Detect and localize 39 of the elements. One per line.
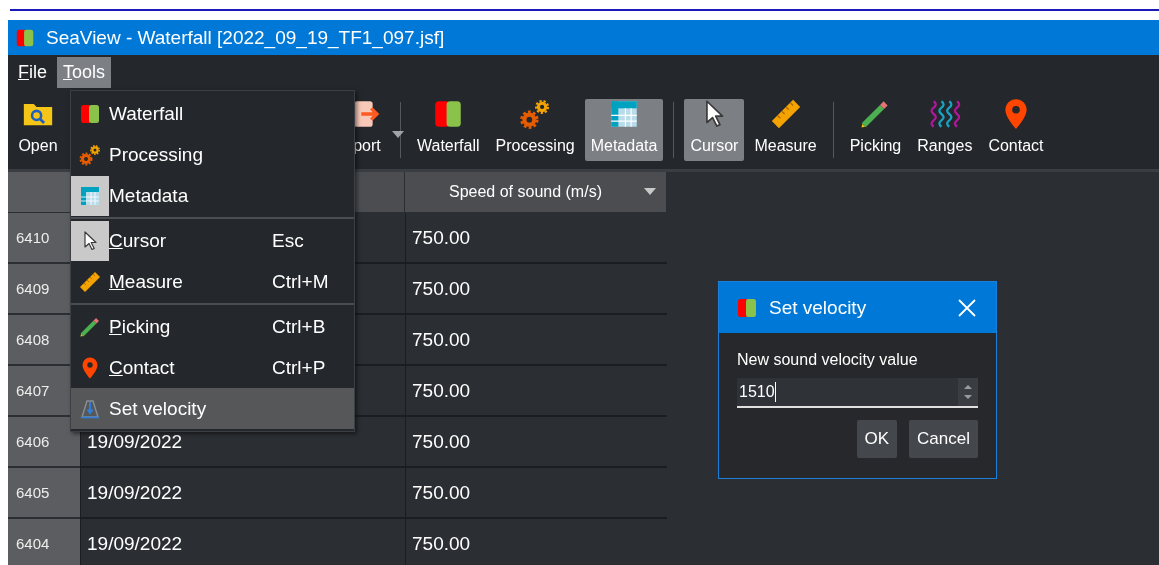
- toolbar-button[interactable]: Processing: [489, 98, 581, 161]
- dropdown-arrow-icon[interactable]: [392, 130, 404, 139]
- cancel-button[interactable]: Cancel: [909, 420, 978, 458]
- ruler-icon: [78, 269, 102, 294]
- table-cell: 750.00: [405, 213, 667, 264]
- window-title: SeaView - Waterfall [2022_09_19_TF1_097.jsf]: [46, 26, 445, 49]
- table-cell: 750.00: [405, 315, 667, 366]
- toolbar-button[interactable]: Picking: [843, 98, 908, 161]
- toolbar-button[interactable]: Cursor: [684, 98, 745, 161]
- dialog-title: Set velocity: [769, 296, 868, 319]
- table-cell: 750.00: [405, 264, 667, 315]
- row-header: 6404: [8, 519, 80, 565]
- row-header: 6406: [8, 417, 80, 468]
- menu-item[interactable]: Waterfall: [71, 93, 354, 134]
- toolbar-button[interactable]: Ranges: [911, 98, 979, 161]
- row-header: 6405: [8, 468, 80, 519]
- table-cell: 750.00: [405, 468, 667, 519]
- toolbar-button[interactable]: Waterfall: [411, 98, 486, 161]
- menu-item[interactable]: Set velocity: [71, 388, 354, 429]
- ok-button[interactable]: OK: [856, 420, 898, 458]
- close-icon[interactable]: [958, 298, 976, 317]
- table-cell: 750.00: [405, 366, 667, 417]
- toolbar-button[interactable]: Metadata: [584, 98, 664, 161]
- menu-item[interactable]: Metadata: [71, 175, 354, 216]
- toolbar-button[interactable]: Measure: [748, 98, 823, 161]
- toolbar-button[interactable]: Contact: [982, 98, 1050, 161]
- menu-item[interactable]: File: [12, 57, 53, 88]
- number-input-field[interactable]: 1510: [737, 378, 978, 408]
- menu-item[interactable]: Tools: [57, 57, 112, 88]
- table-cell: 750.00: [405, 417, 667, 468]
- table-cell: 19/09/2022: [80, 468, 405, 519]
- spin-arrows-icon[interactable]: [958, 378, 978, 406]
- toolbar-button[interactable]: Open: [12, 98, 64, 161]
- gears-icon: [78, 142, 102, 167]
- menu-item[interactable]: Processing: [71, 134, 354, 175]
- dropdown-arrow-icon[interactable]: [644, 188, 656, 196]
- column-header[interactable]: Speed of sound (m/s): [405, 172, 667, 213]
- field-label: New sound velocity value: [737, 351, 919, 369]
- menu-item[interactable]: Cursor Esc: [71, 220, 354, 261]
